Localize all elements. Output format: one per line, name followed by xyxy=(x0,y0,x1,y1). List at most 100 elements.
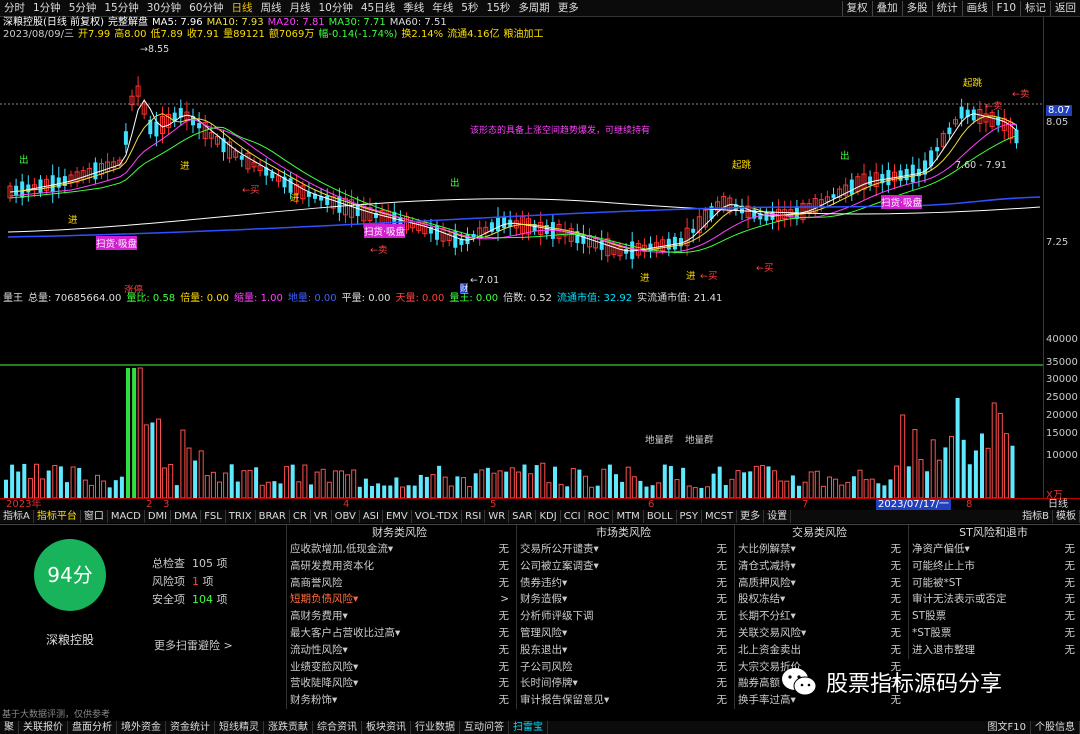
risk-item[interactable]: 长时间停牌▾ 无 xyxy=(517,675,730,692)
risk-item[interactable]: 应收款增加,低现金流▾ 无 xyxy=(287,541,512,558)
bottom-tab-1[interactable]: 关联报价 xyxy=(19,721,68,734)
indicator-tab-6[interactable]: FSL xyxy=(201,510,226,523)
risk-item[interactable]: 审计报告保留意见▾ 无 xyxy=(517,692,730,709)
indicator-tab-17[interactable]: SAR xyxy=(509,510,537,523)
bottom-tab-11[interactable]: 扫雷宝 xyxy=(509,721,548,734)
period-5[interactable]: 60分钟 xyxy=(185,0,227,17)
risk-item[interactable]: 可能被*ST 无 xyxy=(909,575,1078,592)
risk-item[interactable]: 交易所公开谴责▾ 无 xyxy=(517,541,730,558)
period-4[interactable]: 30分钟 xyxy=(143,0,185,17)
period-2[interactable]: 5分钟 xyxy=(65,0,101,17)
period-15[interactable]: 多周期 xyxy=(514,0,554,17)
indicator-tab-3[interactable]: MACD xyxy=(108,510,145,523)
period-11[interactable]: 季线 xyxy=(399,0,428,17)
risk-item[interactable]: *ST股票 无 xyxy=(909,625,1078,642)
indicator-tab-12[interactable]: ASI xyxy=(360,510,383,523)
indicator-tab-25[interactable]: 更多 xyxy=(737,510,765,523)
period-7[interactable]: 周线 xyxy=(257,0,286,17)
risk-item[interactable]: ST股票 无 xyxy=(909,608,1078,625)
bottom-tab-7[interactable]: 综合资讯 xyxy=(313,721,362,734)
risk-item[interactable]: 分析师评级下调 无 xyxy=(517,608,730,625)
indicator-tab-14[interactable]: VOL-TDX xyxy=(412,510,463,523)
toolbar-btn-3[interactable]: 统计 xyxy=(931,1,962,16)
indicator-tab-23[interactable]: PSY xyxy=(677,510,703,523)
bottom-tab-0[interactable]: 聚 xyxy=(0,721,19,734)
indicator-tab-21[interactable]: MTM xyxy=(613,510,644,523)
risk-item[interactable]: 关联交易风险▾ 无 xyxy=(735,625,904,642)
bottom-tab-10[interactable]: 互动问答 xyxy=(460,721,509,734)
toolbar-btn-6[interactable]: 标记 xyxy=(1020,1,1050,16)
risk-item[interactable]: 短期负债风险▾ > xyxy=(287,591,512,608)
volume-chart[interactable] xyxy=(0,305,1043,498)
indicator-tab-8[interactable]: BRAR xyxy=(256,510,290,523)
risk-item[interactable]: 长期不分红▾ 无 xyxy=(735,608,904,625)
period-16[interactable]: 更多 xyxy=(554,0,583,17)
vol-indicator-name[interactable]: 量王 xyxy=(3,293,23,305)
bottom-right-1[interactable]: 个股信息 xyxy=(1031,721,1080,734)
candlestick-chart[interactable] xyxy=(0,42,1043,294)
toolbar-btn-7[interactable]: 返回 xyxy=(1050,1,1080,16)
indicator-tab-10[interactable]: VR xyxy=(311,510,332,523)
risk-item[interactable]: 业绩变脸风险▾ 无 xyxy=(287,659,512,676)
period-9[interactable]: 10分钟 xyxy=(315,0,357,17)
indicator-tab-0[interactable]: 指标A xyxy=(0,510,34,523)
period-12[interactable]: 年线 xyxy=(428,0,457,17)
indicator-name[interactable]: 完整解盘 xyxy=(108,17,148,29)
period-8[interactable]: 月线 xyxy=(286,0,315,17)
indicator-tab-26[interactable]: 设置 xyxy=(764,510,792,523)
indicator-right-0[interactable]: 指标B xyxy=(1019,510,1053,523)
period-3[interactable]: 15分钟 xyxy=(100,0,142,17)
bottom-tab-8[interactable]: 板块资讯 xyxy=(362,721,411,734)
quote-industry[interactable]: 粮油加工 xyxy=(503,29,543,41)
toolbar-btn-2[interactable]: 多股 xyxy=(901,1,932,16)
risk-item[interactable]: 高商誉风险 无 xyxy=(287,575,512,592)
bottom-tab-4[interactable]: 资金统计 xyxy=(166,721,215,734)
toolbar-btn-4[interactable]: 画线 xyxy=(961,1,992,16)
indicator-tab-5[interactable]: DMA xyxy=(171,510,202,523)
toolbar-btn-0[interactable]: 复权 xyxy=(841,1,872,16)
toolbar-btn-1[interactable]: 叠加 xyxy=(871,1,902,16)
period-0[interactable]: 分时 xyxy=(0,0,29,17)
period-10[interactable]: 45日线 xyxy=(357,0,399,17)
risk-item[interactable]: 进入退市整理 无 xyxy=(909,642,1078,659)
bottom-right-0[interactable]: 图文F10 xyxy=(984,721,1031,734)
risk-item[interactable]: 流动性风险▾ 无 xyxy=(287,642,512,659)
risk-item[interactable]: 财务粉饰▾ 无 xyxy=(287,692,512,709)
risk-item[interactable]: 大比例解禁▾ 无 xyxy=(735,541,904,558)
risk-item[interactable]: 股权冻结▾ 无 xyxy=(735,591,904,608)
indicator-tab-11[interactable]: OBV xyxy=(332,510,360,523)
risk-item[interactable]: 审计无法表示或否定 无 xyxy=(909,591,1078,608)
indicator-tab-20[interactable]: ROC xyxy=(585,510,614,523)
bottom-tab-3[interactable]: 境外资金 xyxy=(117,721,166,734)
indicator-tab-4[interactable]: DMI xyxy=(145,510,172,523)
risk-item[interactable]: 高研发费用资本化 无 xyxy=(287,558,512,575)
indicator-tab-15[interactable]: RSI xyxy=(462,510,486,523)
indicator-tab-24[interactable]: MCST xyxy=(702,510,738,523)
period-1[interactable]: 1分钟 xyxy=(29,0,65,17)
period-6[interactable]: 日线 xyxy=(228,0,257,17)
period-14[interactable]: 15秒 xyxy=(482,0,514,17)
indicator-tab-9[interactable]: CR xyxy=(290,510,311,523)
indicator-right-1[interactable]: 模板 xyxy=(1053,510,1080,523)
indicator-tab-19[interactable]: CCI xyxy=(561,510,585,523)
bottom-tab-5[interactable]: 短线精灵 xyxy=(215,721,264,734)
risk-item[interactable]: 债券违约▾ 无 xyxy=(517,575,730,592)
risk-item[interactable]: 管理风险▾ 无 xyxy=(517,625,730,642)
more-scan-link[interactable]: 更多扫雷避险 > xyxy=(154,637,233,653)
bottom-tab-9[interactable]: 行业数据 xyxy=(411,721,460,734)
risk-item[interactable]: 财务造假▾ 无 xyxy=(517,591,730,608)
indicator-tab-13[interactable]: EMV xyxy=(383,510,412,523)
risk-item[interactable]: 最大客户占营收比过高▾ 无 xyxy=(287,625,512,642)
indicator-tab-2[interactable]: 窗口 xyxy=(81,510,108,523)
risk-item[interactable]: 可能终止上市 无 xyxy=(909,558,1078,575)
risk-item[interactable]: 高质押风险▾ 无 xyxy=(735,575,904,592)
indicator-tab-7[interactable]: TRIX xyxy=(226,510,256,523)
period-13[interactable]: 5秒 xyxy=(457,0,482,17)
risk-item[interactable]: 北上资金卖出 无 xyxy=(735,642,904,659)
bottom-tab-2[interactable]: 盘面分析 xyxy=(68,721,117,734)
indicator-tab-18[interactable]: KDJ xyxy=(536,510,561,523)
indicator-tab-1[interactable]: 指标平台 xyxy=(34,510,81,523)
bottom-tab-6[interactable]: 涨跌贡献 xyxy=(264,721,313,734)
indicator-tab-22[interactable]: BOLL xyxy=(644,510,677,523)
risk-item[interactable]: 营收陡降风险▾ 无 xyxy=(287,675,512,692)
